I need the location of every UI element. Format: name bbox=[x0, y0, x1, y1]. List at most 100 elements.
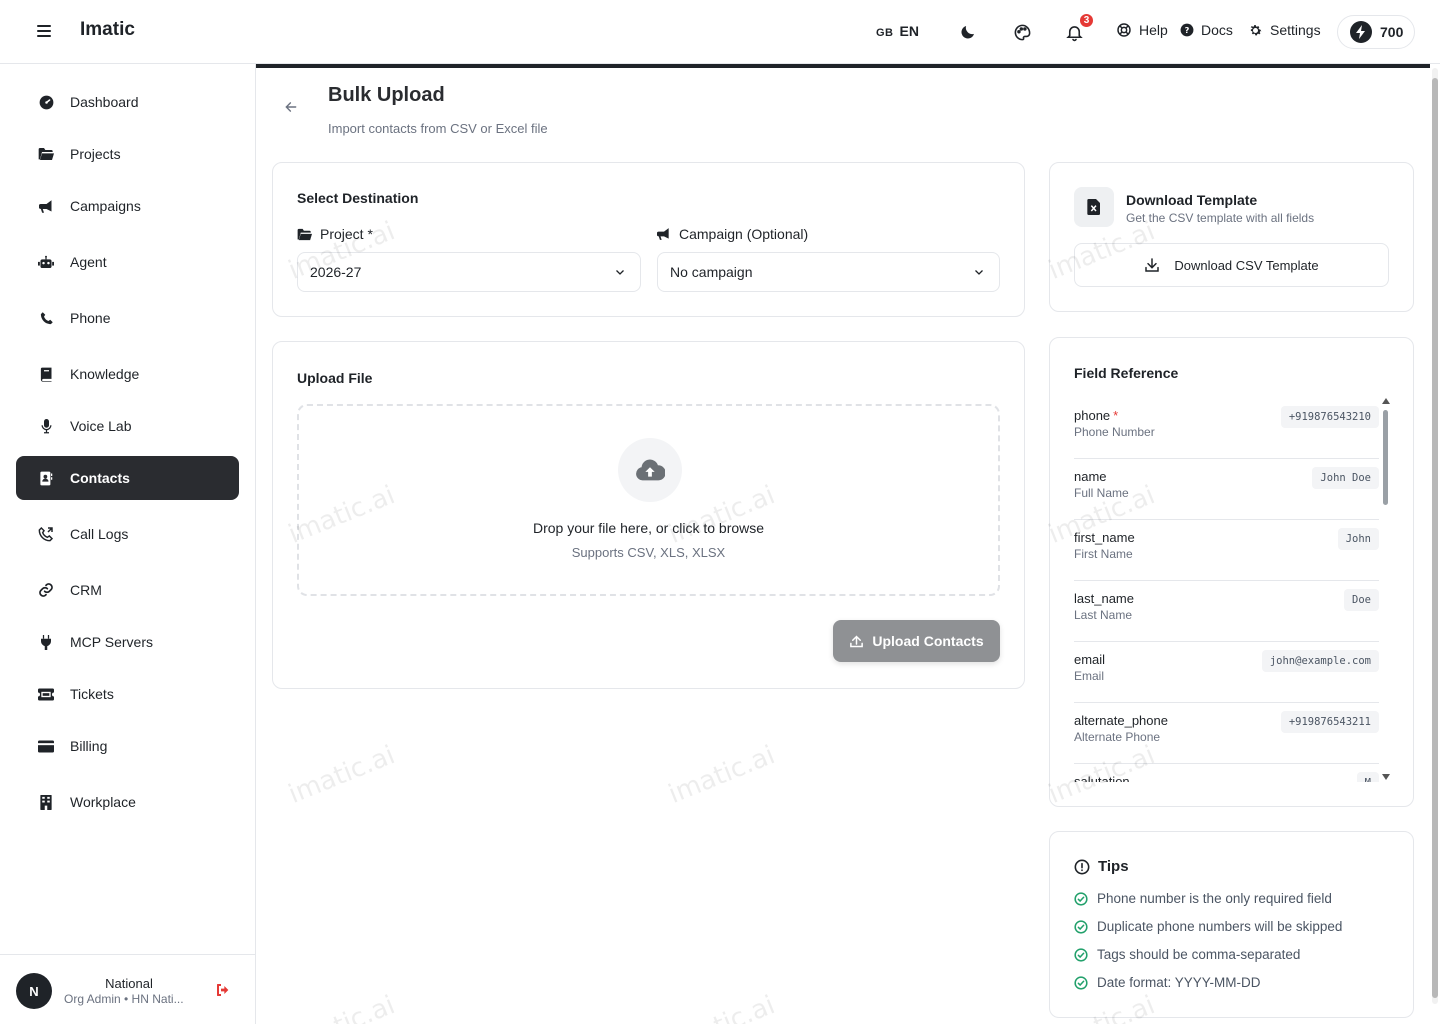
sidebar-item-tickets[interactable]: Tickets bbox=[16, 672, 239, 716]
question-circle-icon: ? bbox=[1180, 23, 1194, 37]
scroll-up-icon bbox=[1382, 398, 1390, 404]
folder-icon bbox=[38, 146, 54, 162]
list-item: last_name Last Name Doe bbox=[1074, 581, 1379, 642]
sidebar-item-dashboard[interactable]: Dashboard bbox=[16, 80, 239, 124]
field-example: John Doe bbox=[1312, 467, 1379, 489]
main-content: Bulk Upload Import contacts from CSV or … bbox=[256, 64, 1440, 1024]
language-code: EN bbox=[899, 23, 919, 39]
upload-button-label: Upload Contacts bbox=[872, 633, 984, 649]
user-name: National bbox=[105, 976, 153, 991]
sidebar-item-label: Campaigns bbox=[70, 198, 141, 214]
page-title: Bulk Upload bbox=[328, 84, 445, 106]
upload-title: Upload File bbox=[297, 370, 373, 386]
scroll-down-icon bbox=[1382, 774, 1390, 780]
field-description: Last Name bbox=[1074, 608, 1133, 622]
list-item: name Full Name John Doe bbox=[1074, 459, 1379, 520]
sidebar-item-crm[interactable]: CRM bbox=[16, 568, 239, 612]
tips-title: Tips bbox=[1074, 858, 1129, 875]
tip-item: Tags should be comma-separated bbox=[1074, 947, 1300, 962]
sidebar-item-billing[interactable]: Billing bbox=[16, 724, 239, 768]
folder-icon bbox=[297, 228, 312, 240]
settings-link[interactable]: Settings bbox=[1248, 22, 1321, 38]
field-name: email bbox=[1074, 652, 1106, 667]
sidebar-item-contacts[interactable]: Contacts bbox=[16, 456, 239, 500]
field-reference-title: Field Reference bbox=[1074, 365, 1179, 381]
field-name: name bbox=[1074, 469, 1107, 484]
list-item: email Email john@example.com bbox=[1074, 642, 1379, 703]
tips-title-text: Tips bbox=[1098, 858, 1129, 875]
check-circle-icon bbox=[1074, 891, 1088, 906]
docs-link[interactable]: ? Docs bbox=[1180, 22, 1233, 38]
notification-badge: 3 bbox=[1078, 12, 1095, 29]
moon-icon bbox=[961, 26, 974, 39]
project-label: Project * bbox=[297, 226, 373, 242]
sidebar-item-agent[interactable]: Agent bbox=[16, 240, 239, 284]
sidebar-item-label: Contacts bbox=[70, 470, 130, 486]
info-circle-icon bbox=[1074, 859, 1090, 874]
sidebar-item-projects[interactable]: Projects bbox=[16, 132, 239, 176]
sidebar-item-mcp-servers[interactable]: MCP Servers bbox=[16, 620, 239, 664]
logout-icon[interactable] bbox=[215, 982, 233, 1000]
destination-card: Select Destination Project * 2026-27 Cam… bbox=[272, 162, 1025, 317]
sidebar-item-label: Phone bbox=[70, 310, 111, 326]
excel-file-icon bbox=[1074, 187, 1114, 227]
list-item: alternate_phone Alternate Phone +9198765… bbox=[1074, 703, 1379, 764]
tip-item: Phone number is the only required field bbox=[1074, 891, 1332, 906]
dark-mode-toggle[interactable] bbox=[956, 20, 980, 44]
field-reference-card: Field Reference phone * Phone Number +919… bbox=[1049, 337, 1414, 807]
brand-logo[interactable]: Imatic bbox=[80, 19, 135, 41]
template-subtitle: Get the CSV template with all fields bbox=[1126, 211, 1315, 225]
campaign-value: No campaign bbox=[670, 264, 753, 280]
lifebuoy-icon bbox=[1117, 23, 1131, 37]
tip-text: Tags should be comma-separated bbox=[1097, 947, 1301, 962]
menu-icon[interactable] bbox=[34, 22, 54, 42]
list-item: phone * Phone Number +919876543210 bbox=[1074, 398, 1379, 459]
field-description: Email bbox=[1074, 669, 1105, 683]
language-switcher[interactable]: GB EN bbox=[876, 23, 919, 39]
chevron-down-icon bbox=[975, 270, 983, 275]
tip-text: Duplicate phone numbers will be skipped bbox=[1097, 919, 1343, 934]
check-circle-icon bbox=[1074, 975, 1088, 990]
tip-text: Phone number is the only required field bbox=[1097, 891, 1332, 906]
project-label-text: Project * bbox=[320, 226, 373, 242]
field-name: first_name bbox=[1074, 530, 1135, 545]
project-select[interactable]: 2026-27 bbox=[297, 252, 641, 292]
field-description: Full Name bbox=[1074, 486, 1129, 500]
tip-item: Date format: YYYY-MM-DD bbox=[1074, 975, 1261, 990]
megaphone-icon bbox=[657, 228, 669, 240]
campaign-label-text: Campaign (Optional) bbox=[679, 226, 809, 242]
plug-icon bbox=[38, 634, 54, 650]
theme-button[interactable] bbox=[1010, 20, 1034, 44]
sidebar-item-workplace[interactable]: Workplace bbox=[16, 780, 239, 824]
field-reference-list[interactable]: phone * Phone Number +919876543210 name F… bbox=[1074, 398, 1379, 782]
field-example: John bbox=[1337, 528, 1379, 550]
settings-label: Settings bbox=[1270, 22, 1321, 38]
tip-text: Date format: YYYY-MM-DD bbox=[1097, 975, 1261, 990]
credits-button[interactable]: 700 bbox=[1337, 15, 1415, 49]
docs-label: Docs bbox=[1201, 22, 1233, 38]
sidebar-item-label: Agent bbox=[70, 254, 107, 270]
sidebar-item-campaigns[interactable]: Campaigns bbox=[16, 184, 239, 228]
field-example: Doe bbox=[1344, 589, 1379, 611]
sidebar-item-knowledge[interactable]: Knowledge bbox=[16, 352, 239, 396]
page-scrollbar[interactable] bbox=[1432, 68, 1438, 1004]
gear-icon bbox=[1250, 24, 1262, 35]
check-circle-icon bbox=[1074, 947, 1088, 962]
sidebar-item-label: Tickets bbox=[70, 686, 114, 702]
progress-bar bbox=[256, 64, 1430, 68]
sidebar-item-call-logs[interactable]: Call Logs bbox=[16, 512, 239, 556]
sidebar-item-voice-lab[interactable]: Voice Lab bbox=[16, 404, 239, 448]
sidebar-item-phone[interactable]: Phone bbox=[16, 296, 239, 340]
download-csv-button[interactable]: Download CSV Template bbox=[1074, 243, 1389, 287]
destination-title: Select Destination bbox=[297, 190, 419, 206]
campaign-select[interactable]: No campaign bbox=[657, 252, 1000, 292]
back-arrow-icon[interactable] bbox=[284, 100, 302, 118]
avatar[interactable]: N bbox=[16, 973, 52, 1009]
link-icon bbox=[38, 582, 54, 598]
field-reference-scrollbar[interactable] bbox=[1382, 398, 1390, 782]
help-link[interactable]: Help bbox=[1116, 22, 1168, 38]
file-dropzone[interactable]: Drop your file here, or click to browse … bbox=[297, 404, 1000, 596]
field-name: salutation bbox=[1074, 774, 1130, 782]
upload-contacts-button[interactable]: Upload Contacts bbox=[833, 620, 1000, 662]
user-role: Org Admin • HN Nati... bbox=[64, 992, 184, 1006]
